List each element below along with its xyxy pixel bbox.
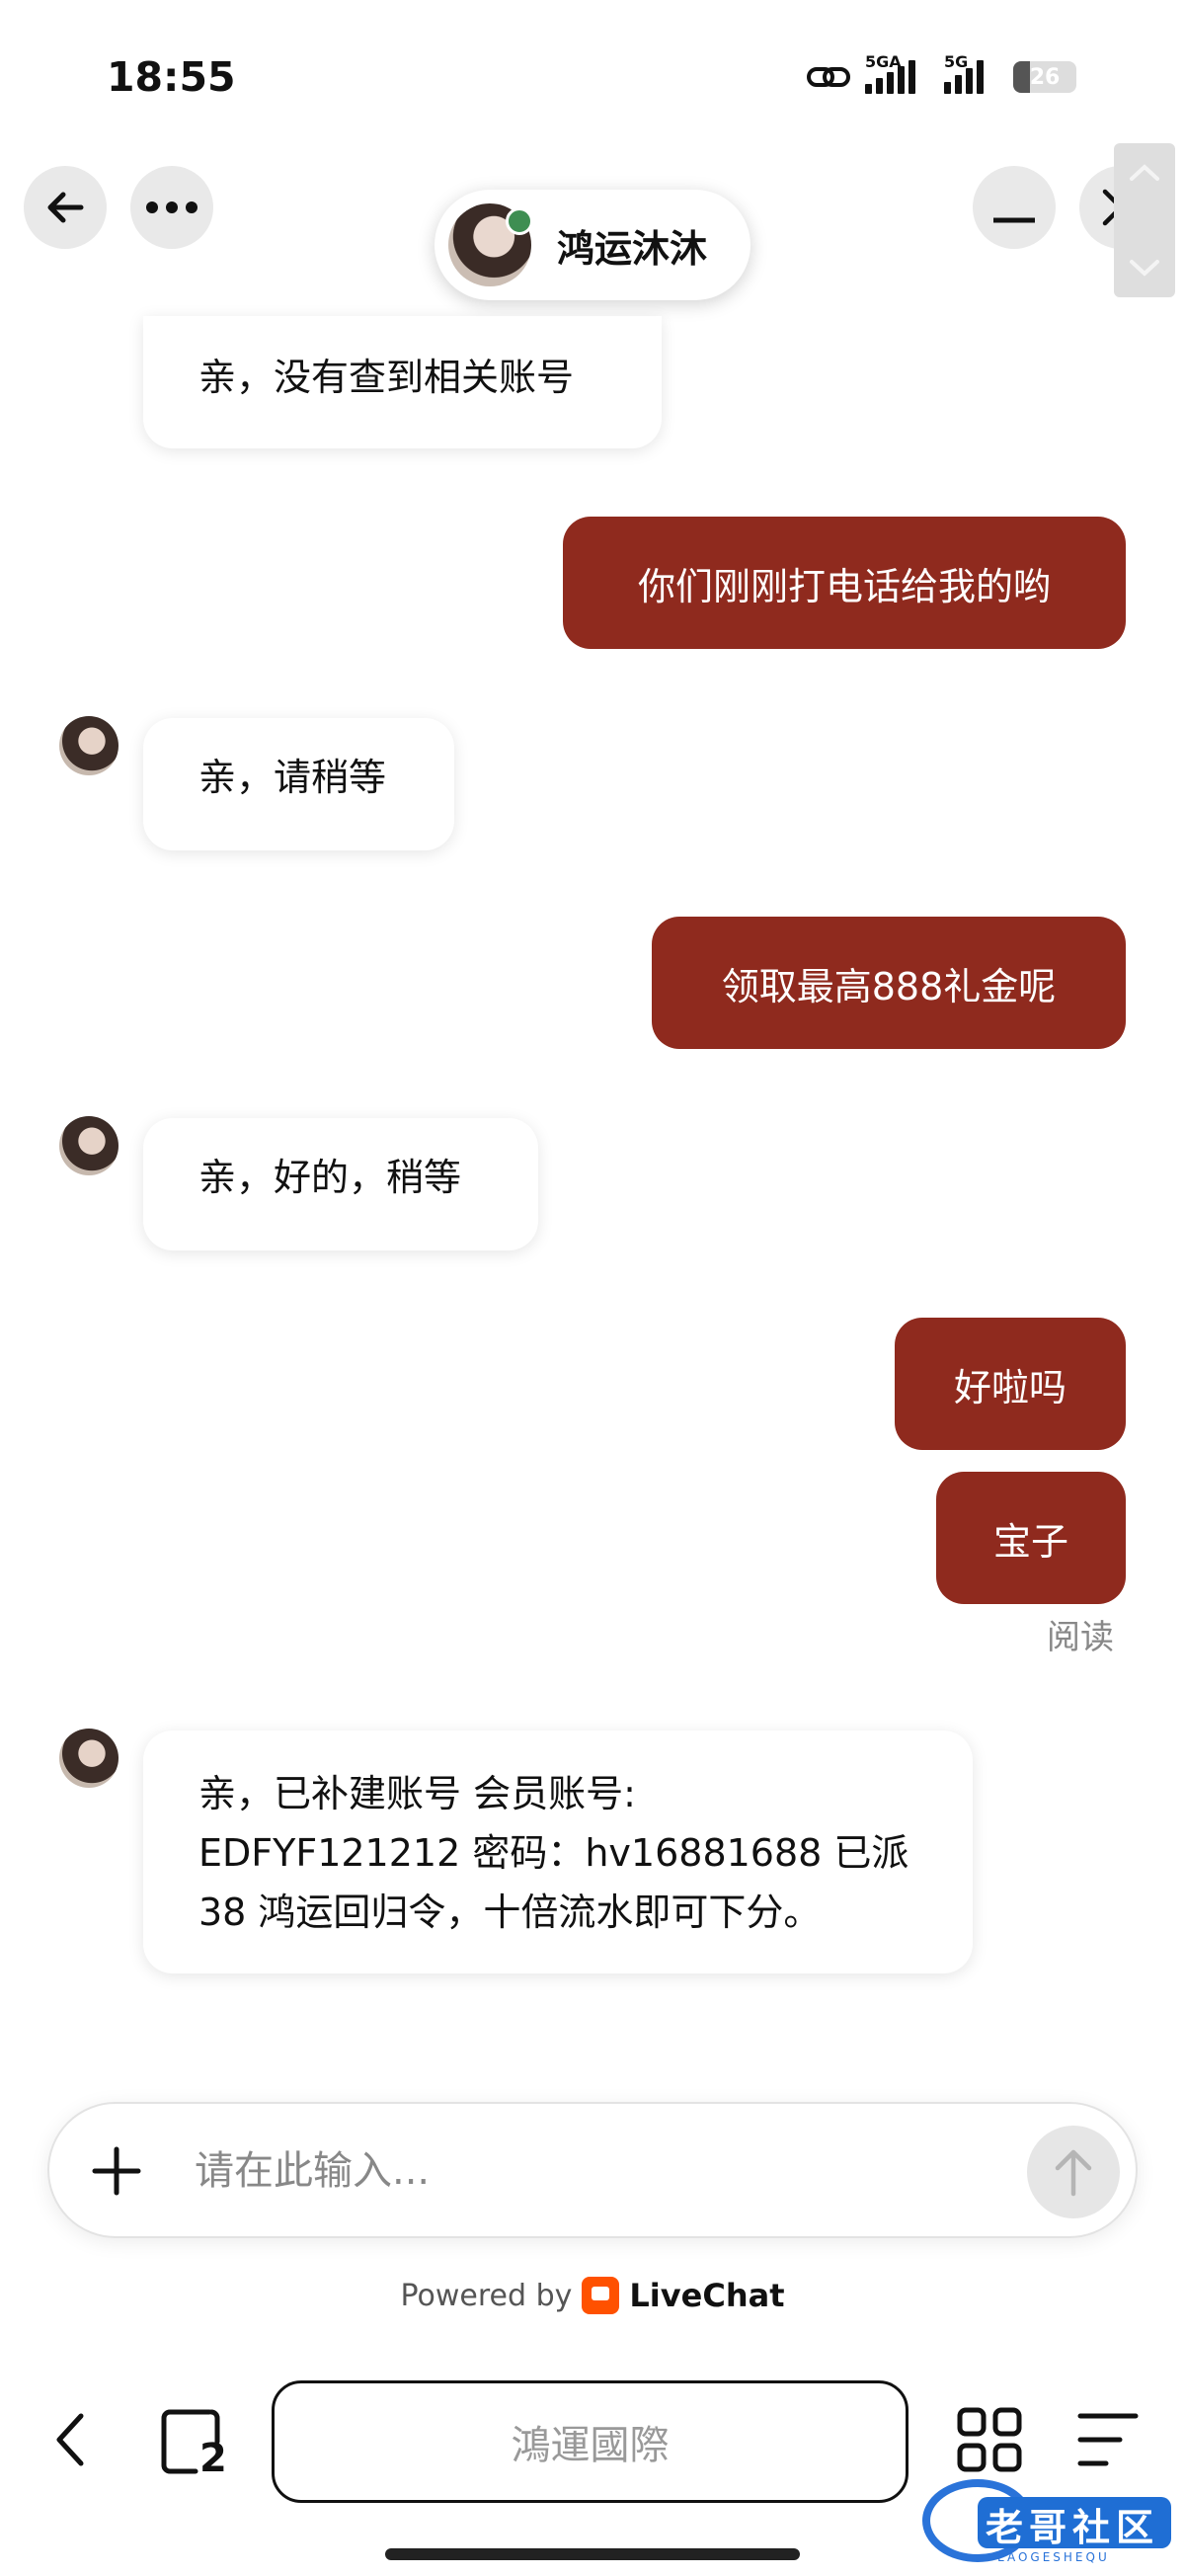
message-text: 领取最高888礼金呢 [721, 964, 1057, 1008]
message-bubble-agent: 亲，请稍等 [143, 718, 454, 850]
link-icon [807, 67, 850, 87]
message-line: EDFYF121212 密码：hv16881688 已派 [198, 1831, 909, 1875]
message-bubble-agent: 亲，已补建账号 会员账号: EDFYF121212 密码：hv16881688 … [143, 1731, 973, 1973]
menu-lines-icon[interactable] [1076, 2410, 1140, 2469]
message-composer [47, 2102, 1138, 2238]
battery-icon: 26 [1013, 61, 1076, 93]
minimize-button[interactable] [973, 166, 1056, 249]
read-status: 阅读 [1047, 1618, 1114, 1657]
scroll-toggle-panel[interactable] [1114, 143, 1175, 297]
arrow-left-icon [47, 192, 84, 223]
more-horizontal-icon [146, 201, 198, 213]
agent-chip[interactable]: 鸿运沐沐 [434, 190, 750, 300]
home-indicator[interactable] [385, 2548, 800, 2560]
watermark-text: 老哥社区 [986, 2506, 1160, 2549]
online-status-indicator [506, 207, 533, 235]
message-bubble-user: 你们刚刚打电话给我的哟 [563, 517, 1126, 649]
address-bar[interactable]: 鴻運國際 [272, 2380, 908, 2503]
livechat-logo-icon [582, 2277, 620, 2314]
arrow-up-icon [1055, 2149, 1092, 2197]
browser-back-icon[interactable] [49, 2410, 93, 2469]
message-text: 亲，好的，稍等 [198, 1156, 462, 1199]
signal-5g-icon: 5G [944, 52, 999, 94]
message-text: 你们刚刚打电话给我的哟 [637, 564, 1051, 608]
send-button[interactable] [1027, 2126, 1120, 2218]
agent-avatar [59, 1116, 118, 1175]
message-line: 亲，已补建账号 会员账号: [198, 1772, 636, 1815]
watermark-subtext: LAOGESHEQU [997, 2550, 1110, 2564]
message-bubble-user: 宝子 [936, 1472, 1126, 1604]
agent-name: 鸿运沐沐 [557, 226, 708, 271]
message-text: 亲，没有查到相关账号 [198, 356, 575, 399]
message-line: 38 鸿运回归令，十倍流水即可下分。 [198, 1891, 822, 1934]
signal-5ga-icon: 5GA [865, 52, 930, 94]
agent-avatar [59, 1729, 118, 1788]
status-time: 18:55 [107, 53, 236, 101]
more-button[interactable] [130, 166, 213, 249]
message-bubble-agent: 亲，没有查到相关账号 [143, 316, 662, 448]
minimize-icon [993, 217, 1035, 223]
chevron-up-icon [1130, 164, 1159, 181]
grid-menu-icon[interactable] [956, 2406, 1023, 2473]
message-bubble-user: 好啦吗 [895, 1318, 1126, 1450]
message-input[interactable] [193, 2133, 1026, 2209]
chevron-down-icon [1130, 260, 1159, 277]
status-icons: 5GA 5G 26 [806, 52, 1076, 97]
powered-by-label: Powered by [400, 2278, 573, 2313]
message-text: 宝子 [992, 1519, 1068, 1564]
tab-count: 2 [199, 2436, 227, 2481]
agent-avatar [59, 716, 118, 775]
message-text: 好啦吗 [953, 1365, 1066, 1409]
back-button[interactable] [24, 166, 107, 249]
plus-icon[interactable] [89, 2143, 144, 2199]
message-bubble-agent: 亲，好的，稍等 [143, 1118, 538, 1250]
agent-avatar [448, 203, 533, 286]
message-text: 亲，请稍等 [198, 756, 387, 799]
watermark-logo: 老哥社区 LAOGESHEQU [918, 2469, 1175, 2568]
livechat-brand[interactable]: LiveChat [629, 2277, 784, 2314]
powered-by: Powered by LiveChat [0, 2277, 1185, 2314]
message-bubble-user: 领取最高888礼金呢 [652, 917, 1126, 1049]
address-bar-label: 鴻運國際 [511, 2423, 670, 2468]
tabs-button[interactable]: 2 [156, 2406, 227, 2481]
